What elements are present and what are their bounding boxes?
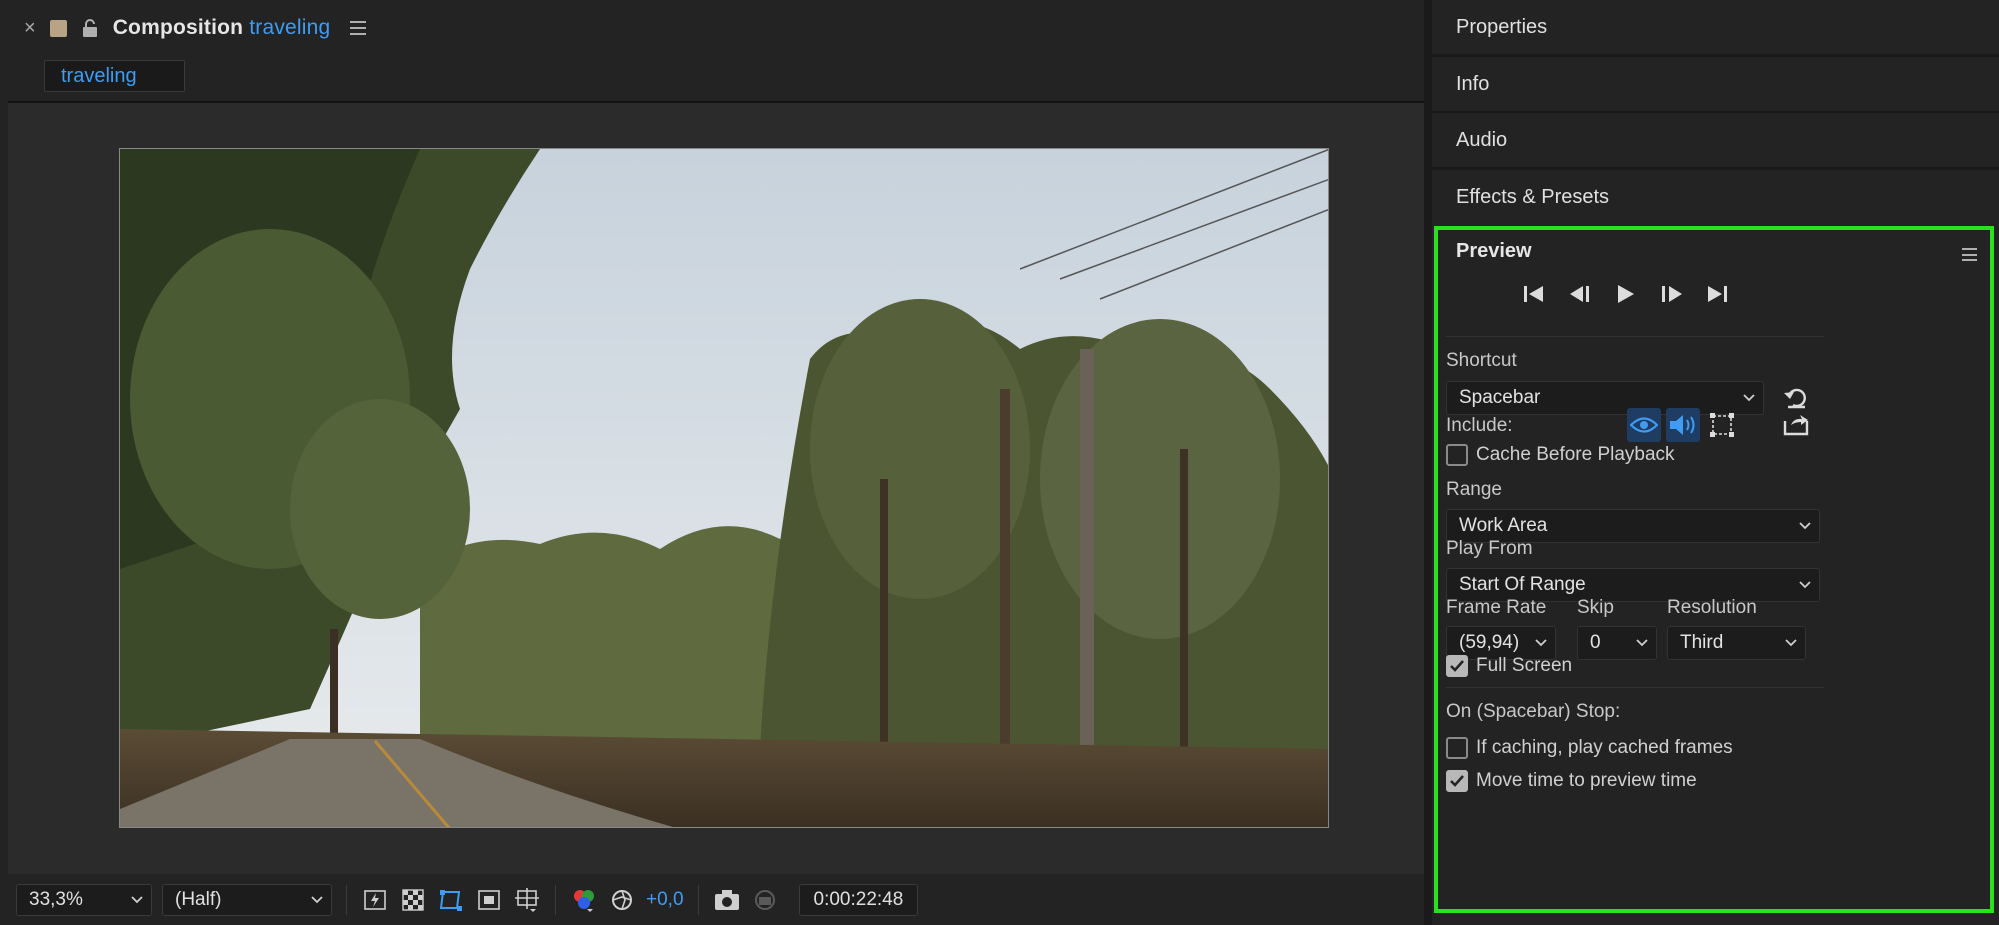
shortcut-label: Shortcut	[1446, 350, 1517, 371]
current-time-display[interactable]: 0:00:22:48	[798, 883, 919, 916]
range-label: Range	[1446, 479, 1502, 500]
show-snapshot-icon[interactable]	[751, 886, 779, 914]
shortcut-value: Spacebar	[1459, 387, 1541, 408]
checkbox-box-checked[interactable]	[1446, 770, 1468, 792]
toolbar-divider	[346, 884, 347, 915]
cache-before-label: Cache Before Playback	[1476, 444, 1675, 465]
preview-title: Preview	[1456, 240, 1532, 262]
play-from-value: Start Of Range	[1459, 574, 1586, 595]
include-audio-speaker-icon[interactable]	[1666, 408, 1700, 442]
next-frame-icon[interactable]	[1658, 280, 1686, 308]
full-screen-checkbox[interactable]: Full Screen	[1446, 655, 1572, 677]
chevron-down-icon	[1785, 639, 1797, 647]
composition-viewer[interactable]	[8, 101, 1424, 874]
if-caching-checkbox[interactable]: If caching, play cached frames	[1446, 737, 1733, 759]
resolution-dropdown[interactable]: (Half)	[162, 883, 332, 916]
chevron-down-icon	[131, 895, 143, 903]
composition-header: × Composition traveling	[0, 0, 1424, 56]
mask-path-icon[interactable]	[437, 886, 465, 914]
skip-label: Skip	[1577, 597, 1614, 618]
play-icon[interactable]	[1612, 280, 1640, 308]
if-caching-label: If caching, play cached frames	[1476, 737, 1733, 758]
include-video-eye-icon[interactable]	[1627, 408, 1661, 442]
checkbox-box-checked[interactable]	[1446, 655, 1468, 677]
frame-rate-label: Frame Rate	[1446, 597, 1547, 618]
fast-previews-icon[interactable]	[361, 886, 389, 914]
panel-properties[interactable]: Properties	[1432, 0, 1999, 54]
chevron-down-icon	[1636, 639, 1648, 647]
zoom-dropdown[interactable]: 33,3%	[16, 883, 152, 916]
checkbox-box[interactable]	[1446, 737, 1468, 759]
reset-exposure-icon[interactable]	[608, 886, 636, 914]
video-frame	[119, 148, 1329, 828]
grid-guides-icon[interactable]	[513, 886, 541, 914]
full-screen-label: Full Screen	[1476, 655, 1573, 676]
toolbar-divider	[555, 884, 556, 915]
first-frame-icon[interactable]	[1520, 280, 1548, 308]
transport-controls	[1520, 280, 1732, 308]
chevron-down-icon	[1799, 522, 1811, 530]
on-stop-label: On (Spacebar) Stop:	[1446, 701, 1621, 722]
panel-info[interactable]: Info	[1432, 57, 1999, 111]
chevron-down-icon	[1743, 394, 1755, 402]
skip-value: 0	[1590, 632, 1601, 653]
composition-title-name: traveling	[249, 16, 331, 39]
chevron-down-icon	[311, 895, 323, 903]
play-from-label: Play From	[1446, 538, 1533, 559]
resolution-dropdown-preview[interactable]: Third	[1667, 626, 1806, 660]
range-value: Work Area	[1459, 515, 1548, 536]
preview-panel: Preview Shortcut Spacebar Include: Cache…	[1432, 224, 1999, 925]
lock-icon[interactable]	[81, 18, 99, 38]
panel-effects-presets[interactable]: Effects & Presets	[1432, 170, 1999, 224]
close-icon[interactable]: ×	[24, 17, 36, 40]
preview-menu-icon[interactable]	[1962, 248, 1977, 261]
export-preview-icon[interactable]	[1779, 408, 1813, 442]
transparency-grid-icon[interactable]	[399, 886, 427, 914]
app-root: × Composition traveling traveling 33,3% …	[0, 0, 1999, 925]
region-of-interest-icon[interactable]	[475, 886, 503, 914]
resolution-label: Resolution	[1667, 597, 1757, 618]
divider	[1446, 687, 1824, 688]
label-color-swatch[interactable]	[49, 19, 67, 37]
skip-dropdown[interactable]: 0	[1577, 626, 1657, 660]
snapshot-camera-icon[interactable]	[713, 886, 741, 914]
previous-frame-icon[interactable]	[1566, 280, 1594, 308]
panel-audio[interactable]: Audio	[1432, 113, 1999, 167]
frame-rate-value: (59,94)	[1459, 632, 1520, 653]
channel-rgb-icon[interactable]	[570, 886, 598, 914]
composition-panel: × Composition traveling traveling 33,3% …	[0, 0, 1424, 925]
preview-resolution-value: Third	[1680, 632, 1724, 653]
side-panel-column: Properties Info Audio Effects & Presets …	[1432, 0, 1999, 925]
composition-title-prefix: Composition	[112, 16, 244, 39]
include-overlays-icon[interactable]	[1705, 408, 1739, 442]
zoom-value: 33,3%	[29, 888, 83, 910]
viewer-toolbar: 33,3% (Half) +0,0 0:00:22:48	[8, 874, 1424, 925]
move-time-checkbox[interactable]: Move time to preview time	[1446, 770, 1697, 792]
last-frame-icon[interactable]	[1704, 280, 1732, 308]
panel-menu-icon[interactable]	[350, 21, 367, 35]
composition-tab[interactable]: traveling	[44, 60, 185, 92]
chevron-down-icon	[1535, 639, 1547, 647]
cache-before-playback-checkbox[interactable]: Cache Before Playback	[1446, 444, 1675, 466]
toolbar-divider	[697, 884, 699, 915]
move-time-label: Move time to preview time	[1476, 770, 1697, 791]
checkbox-box[interactable]	[1446, 444, 1468, 466]
include-label: Include:	[1446, 415, 1513, 436]
resolution-value: (Half)	[175, 888, 222, 910]
exposure-value[interactable]: +0,0	[646, 889, 684, 911]
chevron-down-icon	[1799, 581, 1811, 589]
divider	[1446, 336, 1824, 337]
composition-title: Composition traveling	[113, 16, 331, 40]
